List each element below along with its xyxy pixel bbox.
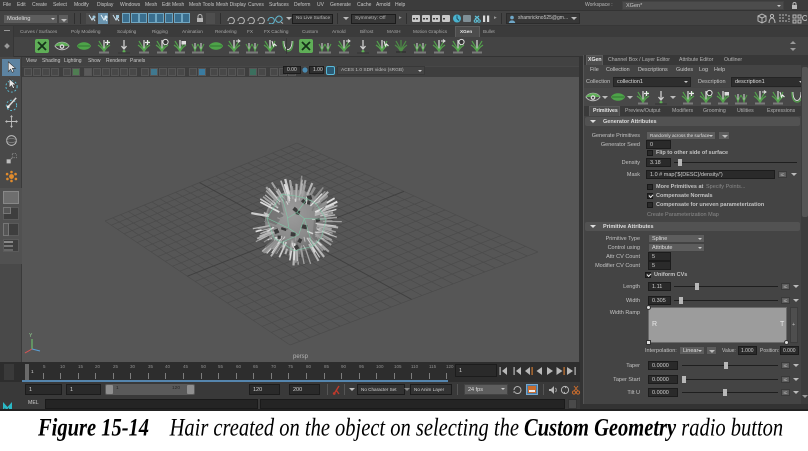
svg-text:persp: persp [293, 354, 309, 360]
svg-text:Y: Y [29, 333, 33, 339]
